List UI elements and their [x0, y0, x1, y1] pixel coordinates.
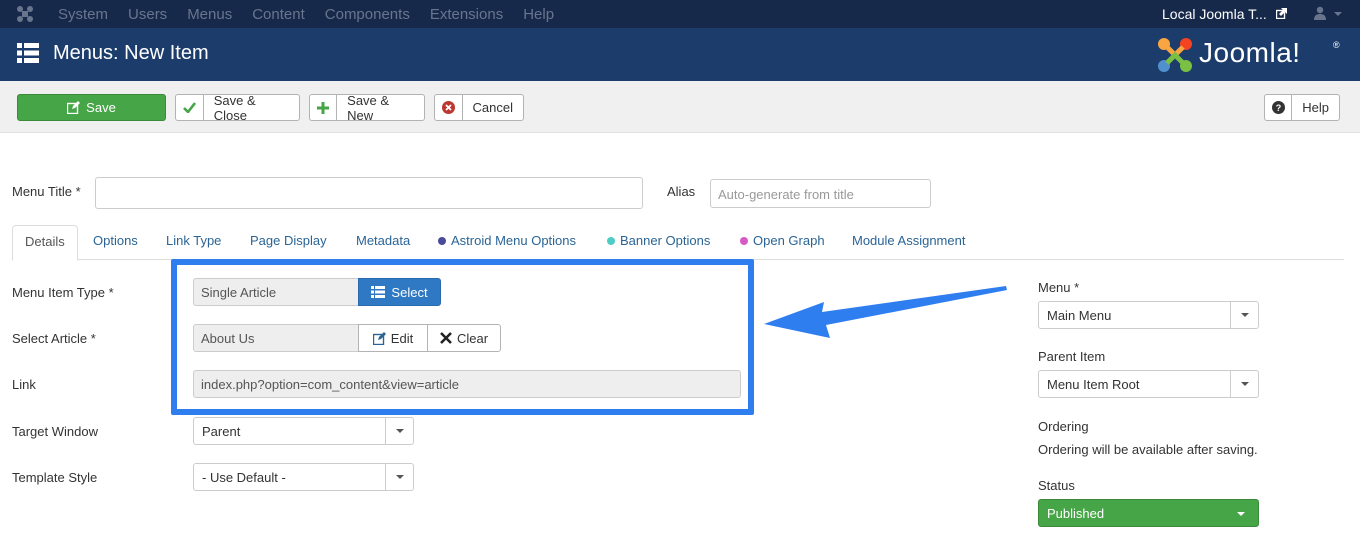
tab-metadata[interactable]: Metadata — [356, 233, 410, 248]
highlight-box — [171, 259, 754, 415]
save-new-label: Save & New — [347, 92, 390, 123]
menu-users[interactable]: Users — [128, 6, 167, 23]
toolbar: Save Save & Close Save & New Cancel ? He… — [0, 81, 1360, 133]
menu-system[interactable]: System — [58, 6, 108, 23]
save-label: Save — [86, 100, 116, 115]
tab-banner-options[interactable]: Banner Options — [607, 233, 710, 248]
menu-title-label: Menu Title * — [12, 184, 81, 199]
tab-banner-label: Banner Options — [620, 233, 711, 248]
chevron-down-icon — [1230, 302, 1258, 328]
external-link-icon — [1276, 8, 1287, 19]
chevron-down-icon — [1237, 512, 1245, 516]
alias-placeholder: Auto-generate from title — [718, 187, 854, 202]
tab-open-graph[interactable]: Open Graph — [740, 233, 825, 248]
alias-label: Alias — [667, 184, 696, 199]
tab-open-graph-label: Open Graph — [753, 233, 825, 248]
status-value: Published — [1047, 506, 1105, 521]
arrow-annotation — [764, 286, 1007, 338]
save-close-button[interactable]: Save & Close — [175, 92, 300, 123]
help-button[interactable]: ? Help — [1264, 94, 1340, 121]
joomla-icon[interactable] — [16, 5, 34, 23]
plus-icon — [317, 101, 330, 114]
menu-components[interactable]: Components — [325, 6, 410, 23]
status-select[interactable]: Published — [1038, 499, 1259, 527]
tab-astroid-label: Astroid Menu Options — [451, 233, 577, 248]
site-name-link[interactable]: Local Joomla T... — [1162, 6, 1267, 22]
page-title: Menus: New Item — [53, 42, 209, 64]
menu-menus[interactable]: Menus — [187, 6, 232, 23]
cancel-icon — [441, 101, 455, 114]
brand-wordmark: Joomla! — [1199, 37, 1301, 68]
check-icon — [182, 102, 196, 113]
menu-extensions[interactable]: Extensions — [430, 6, 503, 23]
parent-item-value: Menu Item Root — [1047, 377, 1140, 392]
page-header: Menus: New Item Joomla! ® — [0, 28, 1360, 81]
template-style-select[interactable]: - Use Default - — [193, 463, 414, 491]
menu-title-input[interactable] — [95, 177, 643, 209]
question-icon: ? — [1271, 101, 1285, 114]
cancel-button[interactable]: Cancel — [434, 94, 524, 121]
parent-item-label: Parent Item — [1038, 349, 1106, 364]
tab-astroid-menu-options[interactable]: Astroid Menu Options — [438, 233, 576, 248]
save-new-button[interactable]: Save & New — [309, 92, 425, 123]
chevron-down-icon — [385, 418, 413, 444]
menu-item-type-label: Menu Item Type * — [12, 285, 114, 300]
template-style-value: - Use Default - — [202, 470, 286, 485]
parent-item-select[interactable]: Menu Item Root — [1038, 370, 1259, 398]
target-window-select[interactable]: Parent — [193, 417, 414, 445]
tab-page-display[interactable]: Page Display — [250, 233, 327, 248]
registered-mark: ® — [1333, 40, 1340, 50]
list-icon — [17, 43, 39, 63]
menu-help[interactable]: Help — [523, 6, 554, 23]
tab-details[interactable]: Details — [12, 225, 78, 261]
dot-icon — [740, 237, 748, 245]
help-label: Help — [1302, 100, 1329, 115]
chevron-down-icon[interactable] — [1334, 12, 1342, 16]
cancel-label: Cancel — [472, 100, 513, 115]
save-close-label: Save & Close — [213, 92, 256, 123]
edit-icon — [67, 101, 81, 114]
menu-content[interactable]: Content — [252, 6, 305, 23]
save-button[interactable]: Save — [17, 94, 166, 121]
dot-icon — [438, 237, 446, 245]
target-window-value: Parent — [202, 424, 241, 439]
menu-value: Main Menu — [1047, 308, 1112, 323]
menu-select[interactable]: Main Menu — [1038, 301, 1259, 329]
link-label: Link — [12, 377, 36, 392]
ordering-text: Ordering will be available after saving. — [1038, 442, 1258, 457]
joomla-logo-icon — [1158, 38, 1192, 72]
tab-bar: Details Options Link Type Page Display M… — [12, 225, 1344, 261]
tab-link-type[interactable]: Link Type — [166, 233, 221, 248]
chevron-down-icon — [1230, 371, 1258, 397]
ordering-label: Ordering — [1038, 419, 1089, 434]
chevron-down-icon — [385, 464, 413, 490]
target-window-label: Target Window — [12, 424, 98, 439]
menu-label: Menu * — [1038, 280, 1080, 295]
alias-input[interactable]: Auto-generate from title — [710, 179, 931, 208]
user-icon[interactable] — [1313, 6, 1327, 20]
dot-icon — [607, 237, 615, 245]
template-style-label: Template Style — [12, 470, 98, 485]
tab-module-assignment[interactable]: Module Assignment — [852, 233, 965, 248]
admin-menubar: System Users Menus Content Components Ex… — [0, 0, 1360, 28]
svg-text:?: ? — [1275, 103, 1281, 113]
select-article-label: Select Article * — [12, 331, 96, 346]
tab-options[interactable]: Options — [93, 233, 138, 248]
status-label: Status — [1038, 478, 1075, 493]
